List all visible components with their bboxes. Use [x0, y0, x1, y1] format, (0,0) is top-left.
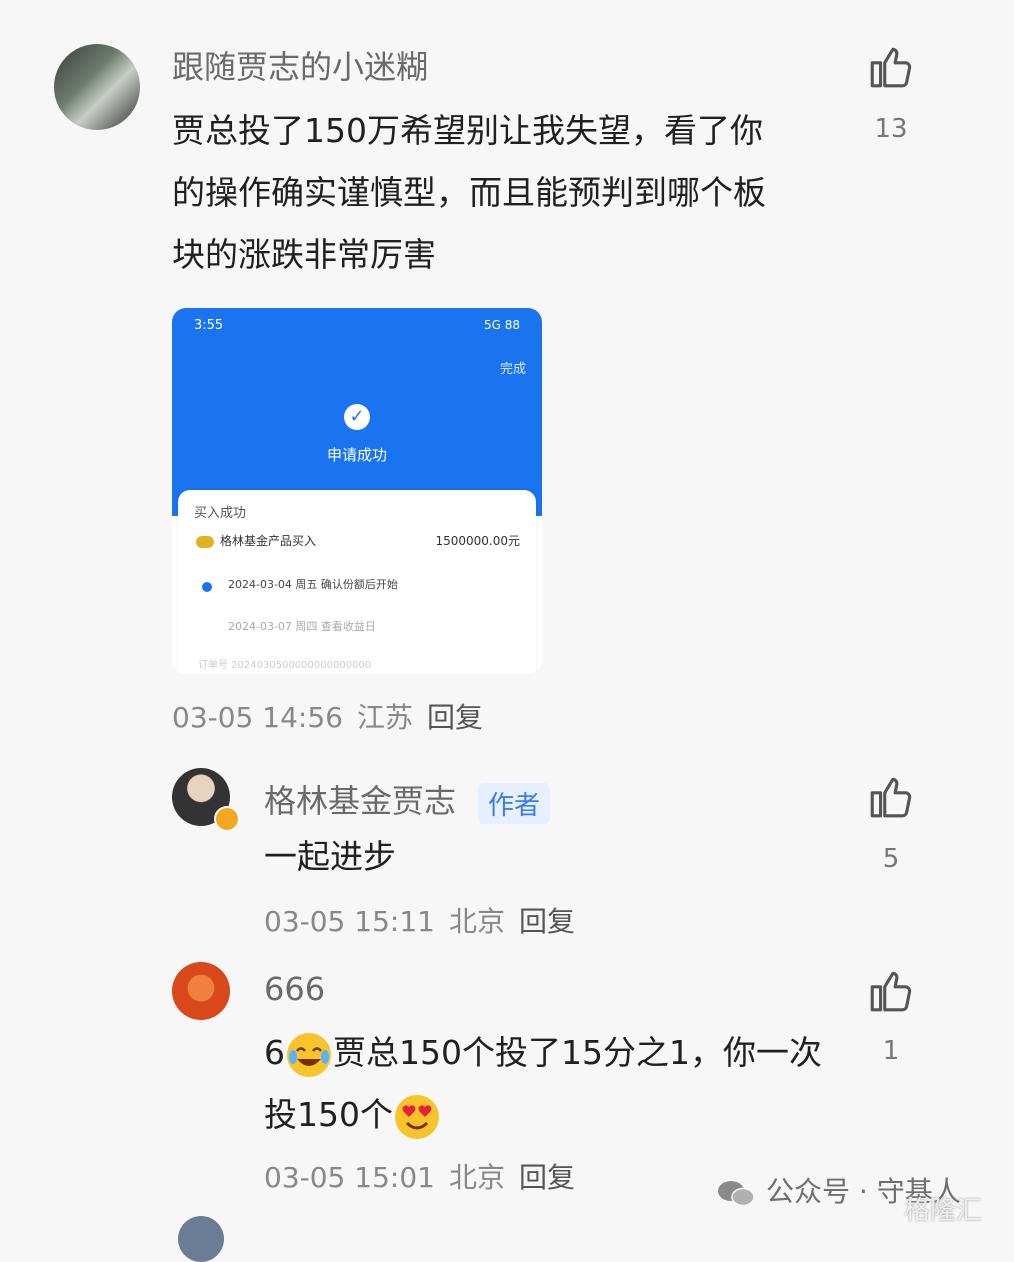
comment-text-line: 的操作确实谨慎型，而且能预判到哪个板: [172, 173, 766, 212]
watermark-logo: 格隆汇: [904, 1196, 983, 1226]
order-card: 买入成功 格林基金产品买入 1500000.00元 2024-03-04 周五 …: [178, 490, 536, 674]
thumb-up-icon[interactable]: [866, 966, 916, 1016]
comment-text-part: 6: [264, 1033, 285, 1072]
step-1: 2024-03-04 周五 确认份额后开始: [228, 578, 398, 591]
fund-logo-icon: [196, 536, 214, 548]
avatar[interactable]: [178, 1216, 224, 1262]
avatar[interactable]: [54, 44, 140, 130]
comment-text-line: 投150个: [264, 1084, 864, 1146]
comment-location: 江苏: [356, 701, 413, 734]
heart-eyes-emoji-icon: [395, 1094, 439, 1139]
reply-button[interactable]: 回复: [519, 905, 575, 938]
comment-text: 一起进步: [264, 837, 396, 876]
comment-text-line: 块的涨跌非常厉害: [172, 235, 436, 274]
card-title: 买入成功: [194, 506, 247, 521]
laughing-crying-emoji-icon: [287, 1032, 331, 1077]
attached-screenshot[interactable]: 3:55 5G 88 完成 ✓ 申请成功 买入成功 格林基金产品买入 15000…: [172, 308, 542, 674]
comment-location: 北京: [448, 1161, 505, 1194]
like-count: 13: [874, 114, 908, 144]
comment-meta: 03-05 15:11 北京 回复: [264, 900, 589, 940]
thumb-up-icon[interactable]: [866, 42, 916, 92]
done-link: 完成: [499, 362, 526, 377]
comment-text-part: 贾总150个投了15分之1，你一次: [333, 1033, 822, 1072]
verified-badge-icon: [214, 806, 240, 832]
comment-text-line: 贾总投了150万希望别让我失望，看了你: [172, 111, 763, 150]
comment-text: 6 贾总150个投了15分之1，你一次 投150个: [264, 1022, 864, 1146]
fund-amount: 1500000.00元: [435, 534, 520, 548]
comment-text-line: 6 贾总150个投了15分之1，你一次: [264, 1022, 864, 1084]
order-number: 订单号 2024030500000000000000: [198, 660, 372, 671]
status-indicators: 5G 88: [483, 318, 520, 332]
fund-name: 格林基金产品买入: [220, 534, 317, 548]
author-badge: 作者: [478, 782, 551, 824]
comment-meta: 03-05 14:56 江苏 回复: [172, 696, 497, 736]
username[interactable]: 跟随贾志的小迷糊: [172, 42, 428, 88]
comment-date: 03-05 15:01: [264, 1161, 435, 1194]
comment-meta: 03-05 15:01 北京 回复: [264, 1156, 589, 1196]
comment-text: 贾总投了150万希望别让我失望，看了你 的操作确实谨慎型，而且能预判到哪个板 块…: [172, 100, 852, 286]
success-label: 申请成功: [326, 446, 387, 464]
step-2: 2024-03-07 周四 查看收益日: [228, 620, 376, 633]
check-icon: ✓: [344, 404, 370, 430]
avatar[interactable]: [172, 962, 230, 1020]
like-count: 5: [882, 844, 900, 874]
reply-button[interactable]: 回复: [427, 701, 483, 734]
comment-date: 03-05 14:56: [172, 701, 343, 734]
comment-text-part: 投150个: [264, 1095, 393, 1134]
comment-location: 北京: [448, 905, 505, 938]
username[interactable]: 格林基金贾志 作者: [264, 776, 551, 824]
like-count: 1: [882, 1036, 900, 1066]
comment-date: 03-05 15:11: [264, 905, 435, 938]
status-time: 3:55: [194, 318, 224, 333]
wechat-icon: [718, 1181, 755, 1207]
progress-dot-icon: [202, 582, 212, 592]
reply-button[interactable]: 回复: [519, 1161, 575, 1194]
username-text: 格林基金贾志: [264, 782, 457, 820]
thumb-up-icon[interactable]: [866, 772, 916, 822]
username[interactable]: 666: [264, 970, 325, 1008]
